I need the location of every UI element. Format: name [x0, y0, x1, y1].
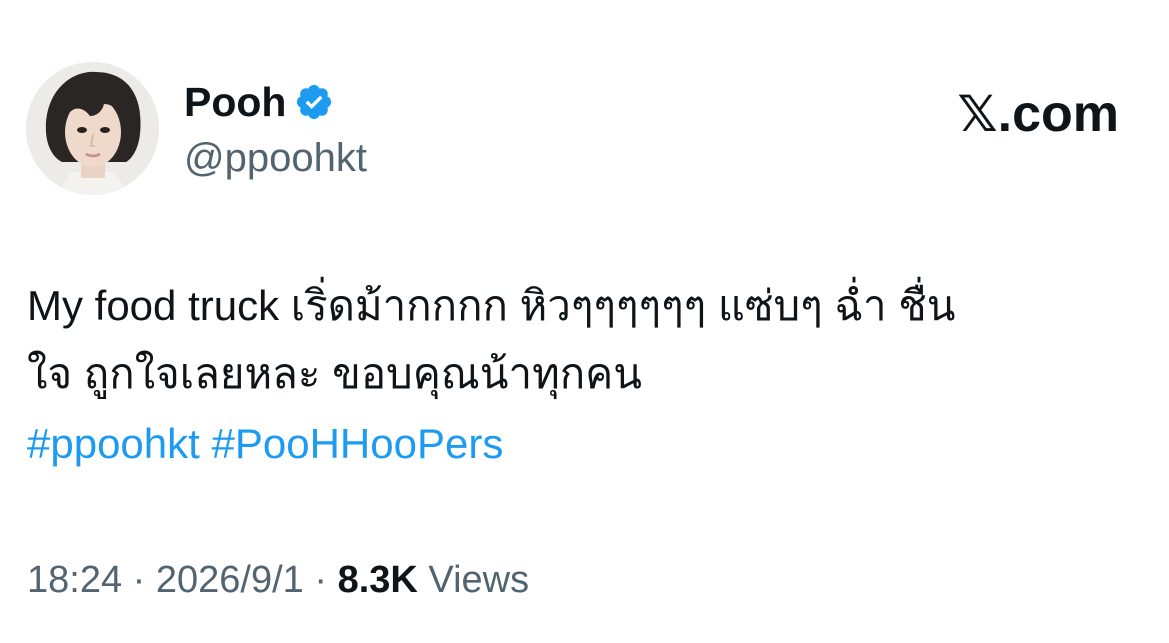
tweet-time[interactable]: 18:24 [27, 559, 122, 601]
tweet-text: My food truck เริ่ดม้ากกกก หิวๆๆๆๆๆๆ แซ่… [27, 272, 1147, 408]
x-logo-icon: 𝕏 [957, 85, 998, 143]
tweet-text-line-2: ใจ ถูกใจเลยหละ ขอบคุณน้าทุกคน [27, 350, 642, 397]
x-com-logo: 𝕏 .com [957, 84, 1119, 144]
brand-domain: .com [997, 85, 1119, 143]
avatar-photo [26, 62, 159, 195]
display-name[interactable]: Pooh [184, 78, 286, 126]
tweet-date[interactable]: 2026/9/1 [156, 559, 304, 601]
meta-separator: · [314, 559, 328, 601]
views-label: Views [428, 559, 530, 601]
hashtag-link[interactable]: #PooHHooPers [212, 420, 504, 467]
meta-separator: · [132, 559, 146, 601]
hashtags: #ppoohkt #PooHHooPers [27, 412, 503, 476]
verified-badge-icon [294, 82, 334, 122]
author-name-row: Pooh [184, 78, 334, 126]
author-handle[interactable]: @ppoohkt [184, 134, 367, 182]
hashtag-link[interactable]: #ppoohkt [27, 420, 200, 467]
tweet-text-line-1: My food truck เริ่ดม้ากกกก หิวๆๆๆๆๆๆ แซ่… [27, 282, 956, 329]
avatar[interactable] [26, 62, 159, 195]
tweet-meta: 18:24 · 2026/9/1 · 8.3K Views [27, 556, 529, 604]
tweet-card: Pooh @ppoohkt 𝕏 .com My food truck เริ่ดม… [0, 0, 1169, 643]
views-count: 8.3K [337, 559, 418, 601]
